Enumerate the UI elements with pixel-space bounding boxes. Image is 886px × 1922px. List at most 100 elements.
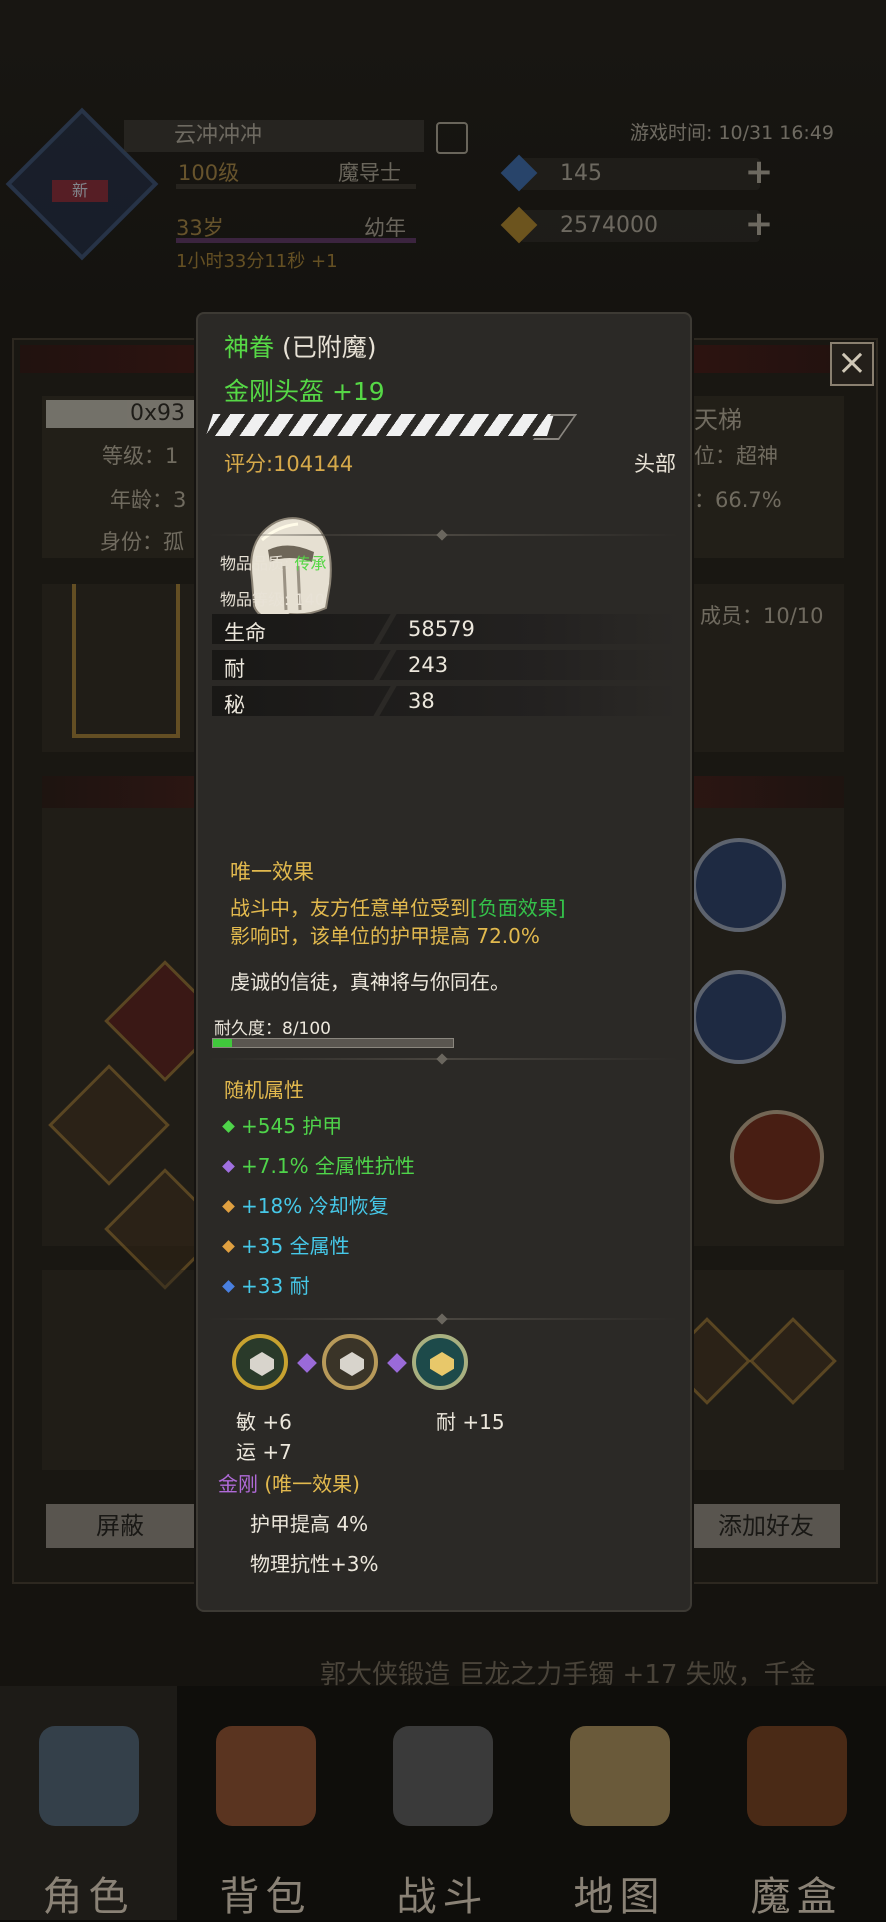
close-button[interactable]: × [830, 342, 874, 386]
random-attr: +35 全属性 [222, 1230, 350, 1259]
random-attr-title: 随机属性 [224, 1078, 304, 1102]
nav-character[interactable]: 角色 [0, 1686, 177, 1920]
divider [208, 529, 678, 541]
stat-value: 58579 [408, 617, 475, 641]
socket-gem-bronze[interactable] [322, 1334, 378, 1390]
nav-bag[interactable]: 背包 [177, 1686, 354, 1920]
set-effect-line: 护甲提高 4% [250, 1512, 369, 1536]
ladder-winrate: ：66.7% [694, 488, 782, 512]
random-attr-text: +7.1% 全属性抗性 [241, 1154, 415, 1178]
stat-value: 38 [408, 689, 435, 713]
nav-label: 角色 [42, 1874, 135, 1920]
nav-label: 战斗 [396, 1874, 489, 1920]
socket-gem-teal[interactable] [412, 1334, 468, 1390]
negative-effect-link[interactable]: [负面效果] [470, 896, 566, 920]
skill-flame-icon[interactable] [730, 1110, 824, 1204]
orange-gem-icon [222, 1240, 235, 1253]
info-level: 等级：1 [102, 444, 179, 468]
green-gem-icon [222, 1120, 235, 1133]
socket-link-icon [387, 1353, 407, 1373]
random-attr-text: +33 耐 [241, 1274, 310, 1298]
player-level: 100级 [178, 161, 240, 185]
cube-nav-icon [746, 1726, 847, 1826]
bottom-navigation: 角色 背包 战斗 地图 魔盒 [0, 1686, 886, 1920]
ladder-rank: 位：超神 [694, 444, 778, 468]
scroll-map-nav-icon [569, 1726, 670, 1826]
crystal-count: 145 [560, 161, 602, 186]
age-timer: 1小时33分11秒 +1 [176, 251, 338, 272]
item-name: 金刚头盔 +19 [224, 377, 385, 406]
socket-link-icon [297, 1353, 317, 1373]
info-identity: 身份：孤 [100, 530, 184, 554]
set-suffix: (唯一效果) [264, 1472, 360, 1496]
unique-text-part: 影响时，该单位的护甲提高 72.0% [230, 924, 540, 948]
guild-banner [72, 584, 180, 738]
stat-name: 耐 [224, 657, 245, 681]
resource-gold: 2574000 + [500, 206, 773, 244]
divider [208, 1053, 678, 1065]
backpack-nav-icon [215, 1726, 316, 1826]
random-attr: +33 耐 [222, 1270, 310, 1299]
nav-map[interactable]: 地图 [531, 1686, 708, 1920]
quality-label: 物品品质: [220, 554, 290, 573]
socket-stat: 运 +7 [236, 1440, 292, 1464]
game-time: 游戏时间: 10/31 16:49 [630, 122, 834, 144]
item-quality: 物品品质: 传承 [220, 550, 327, 574]
add-friend-button[interactable]: 添加好友 [692, 1504, 840, 1548]
stat-name: 秘 [224, 693, 245, 717]
socket-gem-gold[interactable] [232, 1334, 288, 1390]
random-attr-text: +35 全属性 [241, 1234, 350, 1258]
add-crystal-button[interactable]: + [744, 155, 774, 189]
random-attr-text: +545 护甲 [241, 1114, 343, 1138]
gold-count: 2574000 [560, 213, 658, 238]
random-attr-text: +18% 冷却恢复 [241, 1194, 389, 1218]
enhance-stripe-bar [206, 414, 554, 436]
flavor-quote: 虔诚的信徒，真神将与你同在。 [230, 970, 510, 994]
socket-stat: 耐 +15 [436, 1410, 505, 1434]
skill-guardian-icon[interactable] [692, 838, 786, 932]
stat-row: 生命 58579 [212, 614, 678, 645]
nav-label: 地图 [573, 1874, 666, 1920]
nav-label: 魔盒 [750, 1874, 843, 1920]
blue-gem-icon [222, 1280, 235, 1293]
set-effect-title: 金刚 (唯一效果) [218, 1468, 360, 1497]
player-name: 云冲冲冲 [124, 120, 424, 152]
block-button[interactable]: 屏蔽 [46, 1504, 194, 1548]
durability-label: 耐久度：8/100 [214, 1019, 331, 1039]
stat-value: 243 [408, 653, 449, 677]
orange-gem-icon [222, 1200, 235, 1213]
stat-name: 生命 [224, 621, 266, 645]
set-effect-line: 物理抗性+3% [250, 1552, 379, 1576]
nav-magic-box[interactable]: 魔盒 [708, 1686, 885, 1920]
new-badge: 新 [52, 180, 108, 202]
socket-stat: 敏 +6 [236, 1410, 292, 1434]
nav-battle[interactable]: 战斗 [354, 1686, 531, 1920]
stat-row: 秘 38 [212, 686, 678, 717]
nav-label: 背包 [219, 1874, 312, 1920]
add-gold-button[interactable]: + [744, 207, 774, 241]
random-attr: +545 护甲 [222, 1110, 343, 1139]
durability-fill [213, 1039, 233, 1047]
resource-crystal: 145 + [500, 154, 773, 192]
edit-name-icon[interactable] [436, 122, 468, 154]
stat-row: 耐 243 [212, 650, 678, 681]
item-level: 物品等级: 140 [220, 590, 326, 609]
player-class: 魔导士 [338, 161, 401, 185]
blessing-tag: 神眷 [224, 333, 275, 362]
quality-value: 传承 [294, 554, 327, 573]
guild-members: 成员：10/10 [700, 604, 824, 628]
unique-text-part: 战斗中，友方任意单位受到 [230, 896, 470, 920]
enchant-state: (已附魔) [281, 333, 377, 362]
unique-effect-text: 战斗中，友方任意单位受到[负面效果] 影响时，该单位的护甲提高 72.0% [230, 894, 566, 950]
item-title-line: 神眷 (已附魔) [224, 328, 376, 364]
divider [208, 1313, 678, 1325]
random-attr: +7.1% 全属性抗性 [222, 1150, 415, 1179]
ladder-title: 天梯 [694, 406, 742, 434]
set-name: 金刚 [218, 1472, 258, 1496]
purple-gem-icon [222, 1160, 235, 1173]
unique-effect-title: 唯一效果 [230, 860, 314, 884]
item-tooltip: 神眷 (已附魔) 金刚头盔 +19 评分:104144 头部 物品品质: 传承 … [196, 312, 692, 1612]
skill-sword-icon[interactable] [692, 970, 786, 1064]
age-progress-bar [176, 238, 416, 243]
helmet-nav-icon [38, 1726, 139, 1826]
